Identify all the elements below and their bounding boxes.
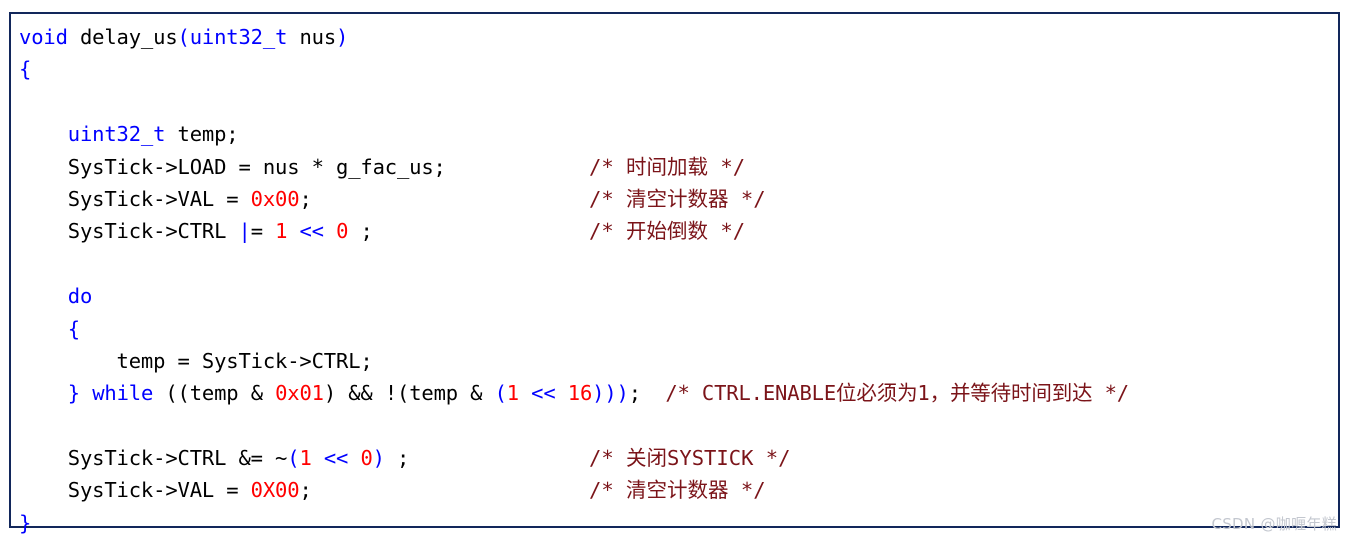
code-token: ( xyxy=(287,446,300,471)
comment-spacer xyxy=(589,377,790,409)
code-token: 1 xyxy=(275,219,288,244)
code-token: } xyxy=(19,510,32,535)
comment-spacer xyxy=(589,410,790,442)
code-token: uint32_t xyxy=(189,25,288,49)
code-token: << xyxy=(287,219,337,244)
code-token: SysTick->LOAD = nus * g_fac_us; xyxy=(67,154,446,179)
code-token: while xyxy=(92,381,154,406)
code-token: ; xyxy=(384,446,410,471)
comment-column: /* 时间加载 */ /* 清空计数器 */ /* 开始倒数 */ /* 关闭SYS… xyxy=(589,21,790,539)
code-token: | xyxy=(238,219,251,244)
code-token: SysTick->VAL = xyxy=(67,478,251,503)
code-token: delay_us xyxy=(67,25,178,49)
trailing-comment: /* 清空计数器 */ xyxy=(589,478,766,503)
code-token: 0X00 xyxy=(250,478,300,503)
code-token: } xyxy=(67,381,80,406)
screenshot-root: void delay_us(uint32_t nus){ uint32_t te… xyxy=(0,0,1355,542)
code-token: << xyxy=(518,381,568,406)
comment-spacer xyxy=(589,21,790,53)
trailing-comment: /* 时间加载 */ xyxy=(589,154,746,179)
code-token: ( xyxy=(494,381,507,406)
code-token: SysTick->VAL = xyxy=(67,186,251,211)
code-token: ; xyxy=(348,219,373,244)
code-token: { xyxy=(67,316,80,341)
csdn-watermark: CSDN @咖喱年糕 xyxy=(1211,515,1337,533)
code-token: 0 xyxy=(336,219,349,244)
code-token: ) xyxy=(336,25,349,49)
code-token: 0x01 xyxy=(275,381,324,406)
comment-spacer xyxy=(589,345,790,377)
code-block-frame: void delay_us(uint32_t nus){ uint32_t te… xyxy=(9,12,1340,535)
comment-spacer xyxy=(589,53,790,85)
code-token: do xyxy=(67,284,93,309)
trailing-comment: /* 关闭SYSTICK */ xyxy=(589,446,791,471)
code-token: temp; xyxy=(165,122,239,147)
code-token: 0x00 xyxy=(250,186,300,211)
comment-spacer xyxy=(589,248,790,280)
code-token: << xyxy=(311,446,361,471)
code-token: ; xyxy=(299,478,312,503)
code-token: ) && !(temp & xyxy=(323,381,495,406)
comment-spacer xyxy=(589,507,790,539)
code-token: 1 xyxy=(299,446,312,471)
code-token: { xyxy=(19,57,32,82)
comment-spacer xyxy=(589,313,790,345)
code-token: SysTick->CTRL xyxy=(67,219,239,244)
code-token: ) xyxy=(372,446,385,471)
code-token: 1 xyxy=(506,381,519,406)
comment-spacer xyxy=(589,86,790,118)
code-token: void xyxy=(19,25,68,49)
code-token: temp = SysTick->CTRL; xyxy=(116,348,373,373)
code-token: ( xyxy=(177,25,190,49)
code-token: ((temp & xyxy=(153,381,276,406)
comment-spacer xyxy=(589,280,790,312)
code-token: nus xyxy=(287,25,337,49)
code-token: uint32_t xyxy=(67,122,166,147)
trailing-comment: /* 清空计数器 */ xyxy=(589,186,766,211)
code-token: 0 xyxy=(360,446,373,471)
code-token: SysTick->CTRL &= ~ xyxy=(67,446,288,471)
code-token: ; xyxy=(299,186,312,211)
code-token: = xyxy=(250,219,276,244)
trailing-comment: /* 开始倒数 */ xyxy=(589,219,746,244)
comment-spacer xyxy=(589,118,790,150)
